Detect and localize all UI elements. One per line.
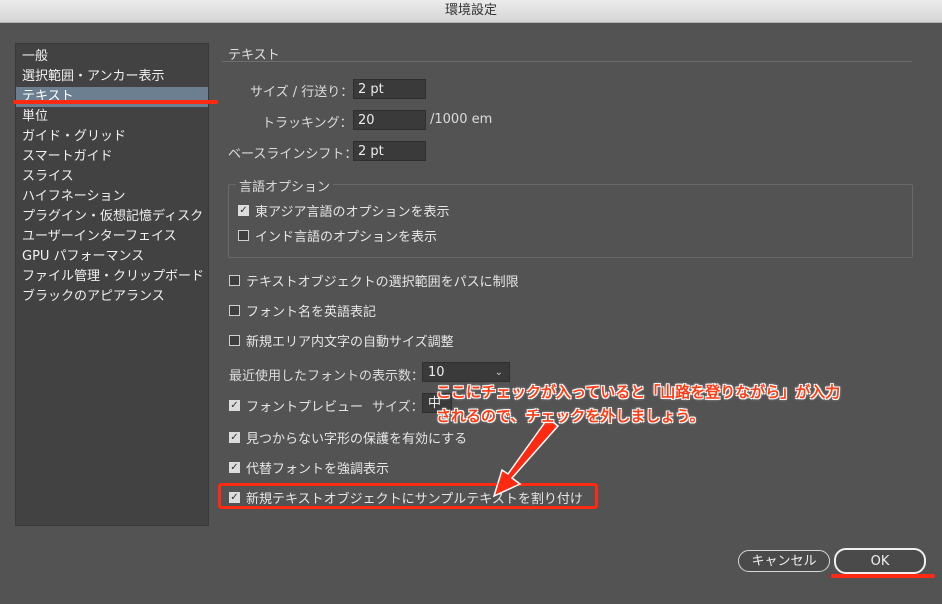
indic-label: インド言語のオプションを表示 (255, 230, 438, 245)
recent-fonts-value: 10 (428, 365, 445, 380)
annotation-line-2: されるので、チェックを外しましょう。 (436, 407, 705, 425)
highlight-substituted-label: 代替フォントを強調表示 (246, 462, 390, 477)
sidebar-item-file-handling[interactable]: ファイル管理・クリップボード (16, 267, 208, 287)
sidebar-item-selection-anchor[interactable]: 選択範囲・アンカー表示 (16, 67, 208, 87)
protect-missing-glyph-label: 見つからない字形の保護を有効にする (246, 432, 468, 447)
tracking-unit: /1000 em (430, 112, 493, 127)
highlight-substituted-option[interactable]: ✓ 代替フォントを強調表示 (229, 458, 389, 477)
sidebar-item-user-interface[interactable]: ユーザーインターフェイス (16, 227, 208, 247)
font-preview-option[interactable]: ✓ フォントプレビュー (229, 396, 363, 415)
east-asian-option[interactable]: ✓ 東アジア言語のオプションを表示 (238, 201, 449, 220)
baseline-shift-input[interactable]: 2 pt (353, 141, 426, 161)
sidebar-item-slices[interactable]: スライス (16, 167, 208, 187)
protect-missing-glyph-checkbox[interactable]: ✓ (229, 432, 240, 443)
font-preview-size-label: サイズ： (372, 400, 424, 415)
section-divider (222, 61, 912, 62)
east-asian-checkbox[interactable]: ✓ (238, 205, 249, 216)
limit-selection-label: テキストオブジェクトの選択範囲をパスに制限 (246, 275, 519, 290)
size-leading-label: サイズ / 行送り： (250, 85, 354, 100)
sidebar-underline-mark (13, 100, 218, 104)
language-options-group (228, 184, 913, 258)
window-title: 環境設定 (444, 3, 497, 18)
font-preview-label: フォントプレビュー (246, 400, 364, 415)
sidebar-item-general[interactable]: 一般 (16, 47, 208, 67)
sidebar-item-gpu-performance[interactable]: GPU パフォーマンス (16, 247, 208, 267)
recent-fonts-select[interactable]: 10 ⌄ (422, 362, 510, 382)
recent-fonts-label: 最近使用したフォントの表示数： (229, 369, 425, 384)
sidebar-item-plugins-scratch[interactable]: プラグイン・仮想記憶ディスク (16, 207, 208, 227)
protect-missing-glyph-option[interactable]: ✓ 見つからない字形の保護を有効にする (229, 428, 467, 447)
window-titlebar: 環境設定 (0, 0, 942, 23)
language-options-title: 言語オプション (236, 176, 334, 195)
limit-selection-checkbox[interactable] (229, 275, 240, 286)
tracking-label: トラッキング： (262, 116, 353, 131)
font-preview-checkbox[interactable]: ✓ (229, 400, 240, 411)
sidebar-item-hyphenation[interactable]: ハイフネーション (16, 187, 208, 207)
sidebar-item-black-appearance[interactable]: ブラックのアピアランス (16, 287, 208, 307)
indic-option[interactable]: インド言語のオプションを表示 (238, 226, 437, 245)
font-names-english-option[interactable]: フォント名を英語表記 (229, 301, 376, 320)
limit-selection-option[interactable]: テキストオブジェクトの選択範囲をパスに制限 (229, 271, 519, 290)
ok-underline-mark (831, 574, 935, 578)
font-names-english-checkbox[interactable] (229, 305, 240, 316)
baseline-shift-label: ベースラインシフト： (228, 147, 358, 162)
annotation-arrow-icon (492, 418, 560, 498)
sidebar-item-type[interactable]: テキスト (16, 87, 208, 107)
sidebar-item-smart-guides[interactable]: スマートガイド (16, 147, 208, 167)
annotation-callout: ここにチェックが入っていると「山路を登りながら」が入力 されるので、チェックを外… (436, 380, 906, 428)
east-asian-label: 東アジア言語のオプションを表示 (255, 205, 450, 220)
highlight-substituted-checkbox[interactable]: ✓ (229, 462, 240, 473)
indic-checkbox[interactable] (238, 230, 249, 241)
auto-size-area-label: 新規エリア内文字の自動サイズ調整 (246, 335, 454, 350)
font-names-english-label: フォント名を英語表記 (246, 305, 377, 320)
auto-size-area-option[interactable]: 新規エリア内文字の自動サイズ調整 (229, 331, 454, 350)
category-list[interactable]: 一般 選択範囲・アンカー表示 テキスト 単位 ガイド・グリッド スマートガイド … (15, 43, 209, 526)
cancel-button[interactable]: キャンセル (738, 550, 830, 572)
ok-button[interactable]: OK (834, 548, 926, 574)
auto-size-area-checkbox[interactable] (229, 335, 240, 346)
sidebar-item-guides-grid[interactable]: ガイド・グリッド (16, 127, 208, 147)
size-leading-input[interactable]: 2 pt (353, 79, 426, 99)
tracking-input[interactable]: 20 (353, 110, 426, 130)
sidebar-item-units[interactable]: 単位 (16, 107, 208, 127)
annotation-line-1: ここにチェックが入っていると「山路を登りながら」が入力 (436, 383, 841, 401)
